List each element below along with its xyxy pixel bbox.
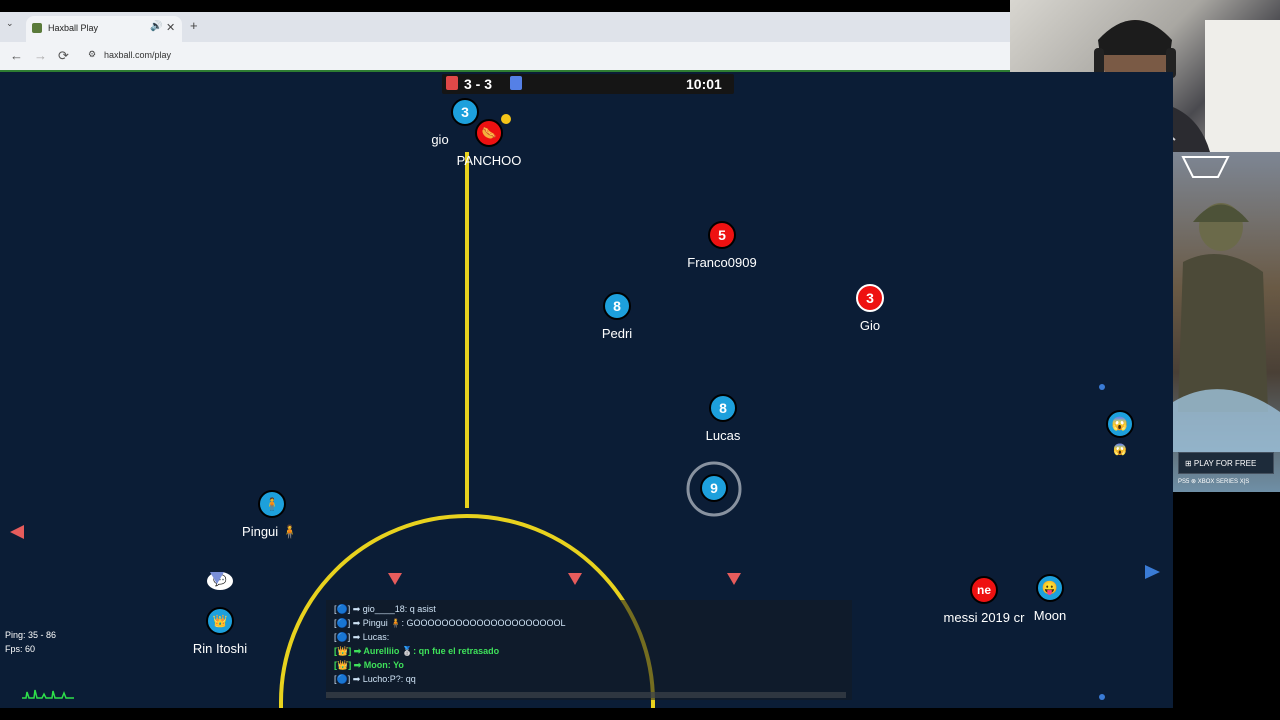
ad-banner[interactable] (1173, 152, 1280, 492)
player-pingui: 🧍 (258, 490, 286, 518)
chat-log[interactable]: [🔵] ➡ gio____18: q asist [🔵] ➡ Pingui 🧍:… (326, 600, 852, 700)
chat-line: [🔵] ➡ gio____18: q asist (334, 604, 436, 614)
player-name: Gio (859, 318, 881, 333)
play-for-free-button[interactable]: ⊞ PLAY FOR FREE (1178, 452, 1274, 474)
player-name: Pedri (601, 326, 633, 341)
offscreen-red-arrow (10, 525, 24, 539)
ad-platforms: PS5 ⊗ XBOX SERIES X|S (1178, 479, 1250, 485)
new-tab-button[interactable]: + (190, 18, 198, 33)
browser-tab[interactable]: Haxball Play 🔊 ✕ (26, 16, 182, 42)
player-messi: ne (970, 576, 998, 604)
player-name: Pingui 🧍 (242, 524, 298, 539)
url-field[interactable]: haxball.com/play (104, 50, 171, 60)
player-name: PANCHOO (456, 153, 522, 168)
player-name: Lucas (705, 428, 741, 443)
player-pedri: 8 (603, 292, 631, 320)
net-stats: Ping: 35 - 86 Fps: 60 (5, 628, 56, 656)
player-emoji: 😱 (1113, 444, 1127, 456)
goal-post-top (1099, 384, 1105, 390)
fps-readout: Fps: 60 (5, 644, 36, 654)
offside-marker (727, 573, 741, 585)
reload-icon[interactable]: ⟳ (58, 48, 69, 64)
favicon-icon (32, 23, 42, 33)
chat-line: [👑] ➡ Moon: Yo (334, 660, 404, 670)
chat-line: [👑] ➡ Aurelliio 🥈: qn fue el retrasado (334, 646, 500, 656)
typing-indicator (501, 114, 511, 124)
offside-marker (210, 572, 224, 584)
player-name: Rin Itoshi (192, 641, 248, 656)
red-team-indicator (446, 76, 458, 90)
site-info-icon[interactable]: ⚙ (88, 49, 96, 60)
chat-input[interactable] (326, 692, 846, 698)
offside-marker (388, 573, 402, 585)
back-icon[interactable]: ← (10, 48, 23, 63)
player-moon: 😛 (1036, 574, 1064, 602)
offside-marker (568, 573, 582, 585)
player-gio: 3 (451, 98, 479, 126)
match-clock: 10:01 (686, 76, 722, 92)
fps-graph (22, 689, 74, 699)
speaker-icon[interactable]: 🔊 (150, 21, 162, 32)
ad-artwork (1173, 156, 1280, 452)
score: 3 - 3 (464, 76, 493, 92)
player-name: messi 2019 cr (943, 610, 1025, 625)
goal-post-bottom (1099, 694, 1105, 700)
player-name: Franco0909 (687, 255, 757, 270)
player-self: 9 (700, 474, 728, 502)
chat-line: [🔵] ➡ Pingui 🧍: GOOOOOOOOOOOOOOOOOOOOOL (334, 618, 566, 628)
blue-team-indicator (510, 76, 522, 90)
player-name: Moon (1033, 608, 1067, 623)
tab-close-icon[interactable]: ✕ (166, 21, 175, 34)
player-panchoo: 🌭 (475, 119, 503, 147)
chat-line: [🔵] ➡ Lucas: (334, 632, 390, 642)
offscreen-blue-arrow (1145, 565, 1160, 579)
chat-line: [🔵] ➡ Lucho:P?: qq (334, 674, 416, 684)
player-goalkeeper: 😱 (1106, 410, 1134, 438)
player-name: gio (431, 132, 449, 147)
forward-icon[interactable]: → (34, 48, 47, 63)
player-gio-red: 3 (856, 284, 884, 312)
tab-title: Haxball Play (48, 23, 99, 33)
ping-readout: Ping: 35 - 86 (5, 630, 57, 640)
player-lucas: 8 (709, 394, 737, 422)
tab-list-chevron-icon[interactable]: ⌄ (6, 18, 14, 29)
player-franco0909: 5 (708, 221, 736, 249)
player-rin-itoshi: 👑 (206, 607, 234, 635)
